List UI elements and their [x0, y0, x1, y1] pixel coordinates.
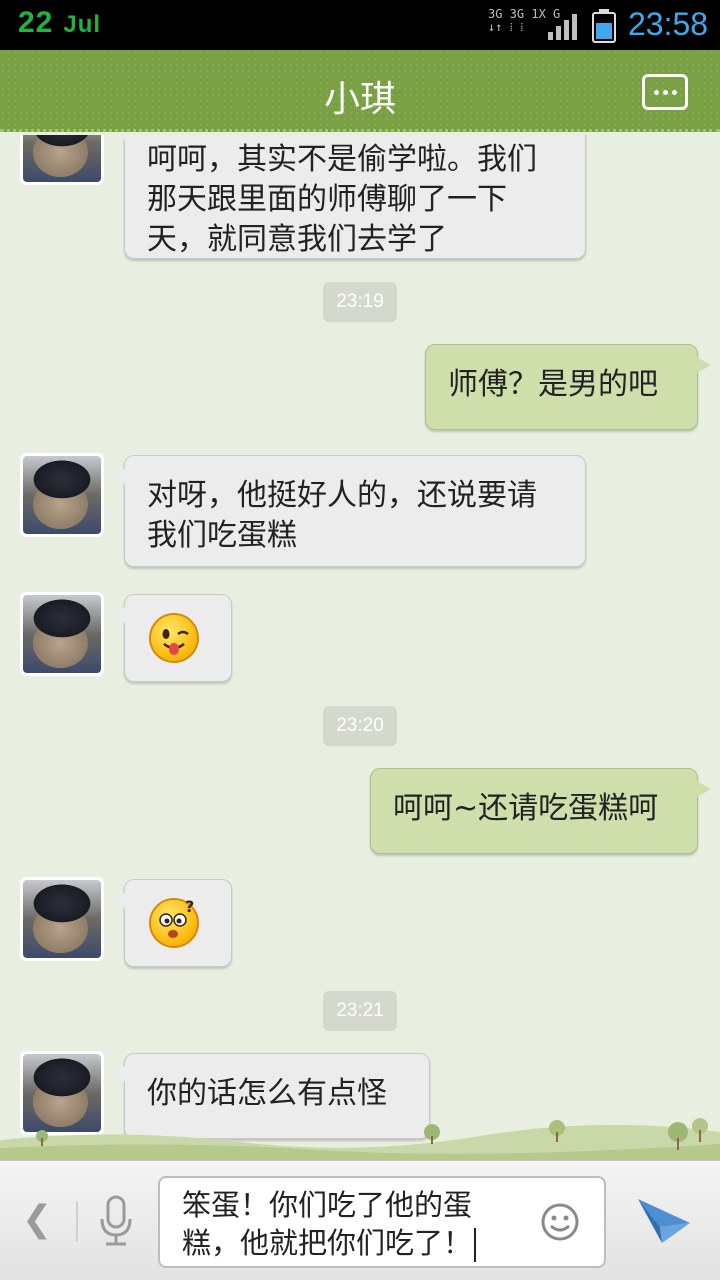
microphone-icon[interactable]: [96, 1193, 136, 1249]
message-input[interactable]: 笨蛋！你们吃了他的蛋糕，他就把你们吃了！: [158, 1176, 606, 1268]
message-bubble-outgoing[interactable]: 呵呵~还请吃蛋糕呵: [370, 768, 711, 854]
status-time: 23:58: [628, 6, 709, 42]
contact-avatar[interactable]: [20, 453, 104, 537]
chat-title: 小琪: [323, 79, 396, 120]
text-caret: [474, 1228, 477, 1262]
message-text: 你的话怎么有点怪: [147, 1076, 387, 1111]
timestamp-chip: 23:21: [323, 991, 397, 1031]
message-text: 呵呵，其实不是偷学啦。我们那天跟里面的师傅聊了一下天，就同意我们去学了: [147, 142, 537, 257]
message-bubble-incoming[interactable]: 呵呵，其实不是偷学啦。我们那天跟里面的师傅聊了一下天，就同意我们去学了: [111, 135, 586, 259]
landscape-decoration: [0, 1118, 720, 1162]
battery-icon: [592, 9, 616, 43]
chat-message-list[interactable]: 呵呵，其实不是偷学啦。我们那天跟里面的师傅聊了一下天，就同意我们去学了 23:1…: [0, 135, 720, 1160]
svg-text:?: ?: [185, 900, 194, 916]
signal-icon: [548, 14, 577, 40]
smiley-icon[interactable]: [540, 1202, 580, 1242]
message-input-value: 笨蛋！你们吃了他的蛋糕，他就把你们吃了！: [182, 1188, 473, 1260]
message-text: 对呀，他挺好人的，还说要请我们吃蛋糕: [147, 478, 537, 553]
status-bar: 22 Jul 3G 3G 1X G ↓↑ ⁞ ⁞ 23:58: [0, 0, 720, 50]
timestamp-chip: 23:20: [323, 706, 397, 746]
message-bubble-outgoing[interactable]: 师傅？是男的吧: [425, 344, 711, 430]
chat-header: 小琪: [0, 50, 720, 132]
more-dots-icon[interactable]: [642, 74, 688, 110]
send-icon[interactable]: [636, 1195, 692, 1245]
timestamp-chip: 23:19: [323, 282, 397, 322]
message-input-text: 笨蛋！你们吃了他的蛋糕，他就把你们吃了！: [182, 1186, 522, 1262]
status-date-day: 22: [18, 6, 54, 39]
chevron-left-icon[interactable]: ❮: [22, 1199, 52, 1240]
status-date: 22 Jul: [18, 6, 101, 40]
divider: [76, 1201, 78, 1241]
message-text: 呵呵~还请吃蛋糕呵: [393, 791, 659, 826]
message-bubble-incoming[interactable]: ?: [111, 879, 232, 967]
message-bubble-incoming[interactable]: [111, 594, 232, 682]
contact-avatar[interactable]: [20, 877, 104, 961]
contact-avatar[interactable]: [20, 135, 104, 185]
wink-tongue-emoji: [149, 613, 199, 663]
message-input-bar: ❮ 笨蛋！你们吃了他的蛋糕，他就把你们吃了！: [0, 1160, 720, 1280]
contact-avatar[interactable]: [20, 592, 104, 676]
status-date-month: Jul: [63, 11, 102, 38]
message-bubble-incoming[interactable]: 对呀，他挺好人的，还说要请我们吃蛋糕: [111, 455, 586, 567]
confused-emoji: ?: [149, 898, 199, 948]
message-text: 师傅？是男的吧: [448, 367, 658, 402]
